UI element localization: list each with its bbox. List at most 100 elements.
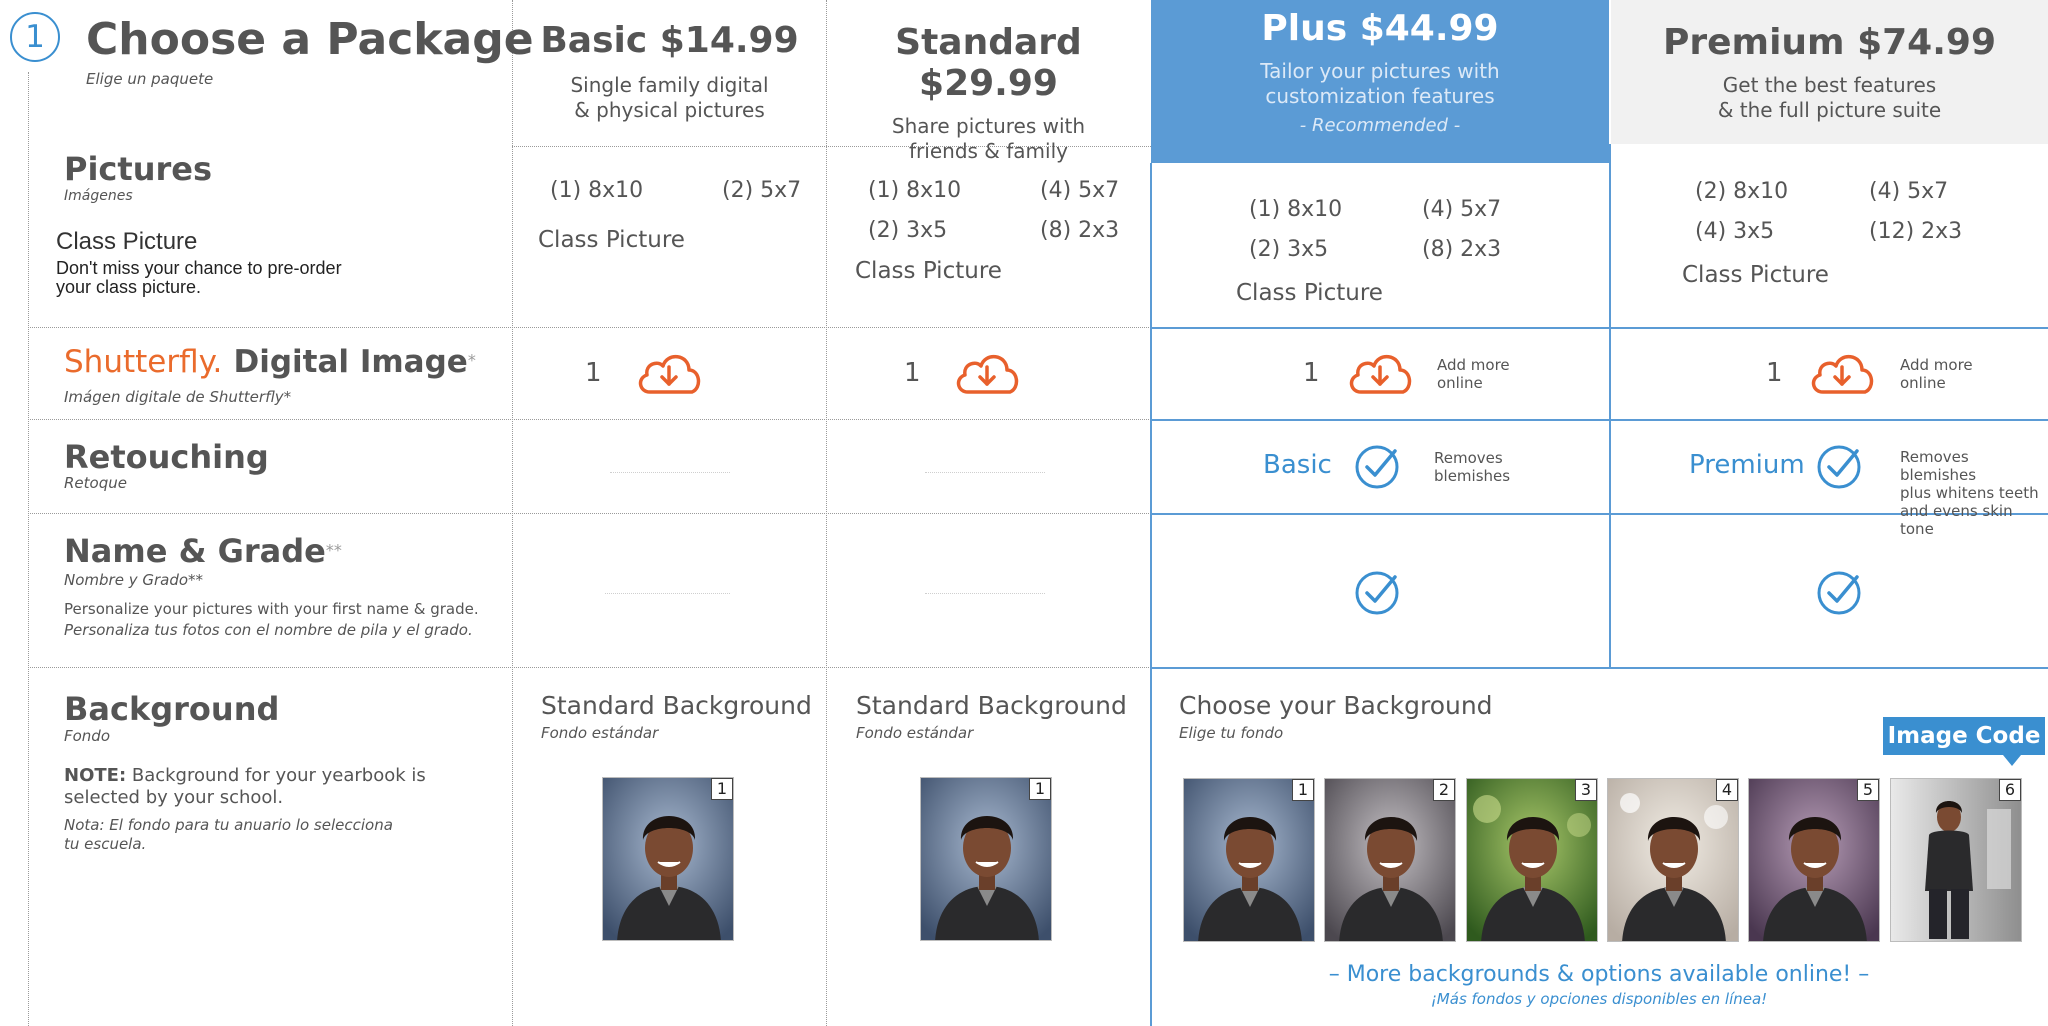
package-plus-header[interactable]: Plus $44.99 Tailor your pictures with cu…	[1151, 8, 1609, 138]
background-photo-1[interactable]: 1	[1183, 778, 1315, 942]
grid-line	[28, 419, 1151, 420]
package-title: Standard $29.99	[895, 22, 1082, 104]
choose-background-title: Choose your Background	[1179, 691, 1493, 720]
grid-line	[28, 327, 1151, 328]
item-plus: (1) 8x10	[1249, 197, 1343, 222]
cloud-download-icon	[1807, 348, 1877, 402]
package-desc: Share pictures with	[891, 114, 1086, 138]
name-grade-desc-es: Personaliza tus fotos con el nombre de p…	[64, 621, 473, 639]
background-photo-2[interactable]: 2	[1324, 778, 1456, 942]
digital-image-heading: Shutterfly. Digital Image*	[64, 344, 476, 380]
note-line: blemishes	[1434, 467, 1511, 485]
note-label: NOTE:	[64, 765, 127, 786]
cloud-download-icon	[1345, 348, 1415, 402]
package-title: Plus $44.99	[1261, 8, 1499, 49]
item-premium: (4) 3x5	[1695, 219, 1775, 244]
package-title: Basic $14.99	[540, 20, 799, 61]
standard-background-title: Standard Background	[541, 691, 812, 720]
note-line: and evens skin tone	[1900, 502, 2013, 538]
not-included-dash	[925, 593, 1045, 594]
note-line: online	[1437, 374, 1483, 392]
image-code-pointer	[2003, 755, 2021, 766]
grid-line	[28, 513, 1151, 514]
package-premium-header[interactable]: Premium $74.99 Get the best features & t…	[1611, 22, 2048, 123]
note-line: online	[1900, 374, 1946, 392]
package-standard-header[interactable]: Standard $29.99 Share pictures with frie…	[827, 22, 1150, 164]
background-photo-4[interactable]: 4	[1607, 778, 1739, 942]
package-desc: Get the best features	[1722, 73, 1937, 97]
package-desc: Single family digital	[570, 73, 769, 97]
not-included-dash	[925, 472, 1045, 473]
grid-line	[1150, 667, 2048, 669]
check-circle-icon	[1816, 568, 1866, 622]
cloud-download-icon	[952, 348, 1022, 402]
grid-line	[1150, 419, 2048, 421]
package-basic-header[interactable]: Basic $14.99 Single family digital & phy…	[513, 20, 826, 123]
retouching-level-label: Basic	[1263, 450, 1332, 480]
background-note: NOTE: Background for your yearbook is se…	[64, 765, 426, 809]
standard-background-subtitle: Fondo estándar	[541, 724, 659, 742]
note-line: selected by your school.	[64, 787, 284, 808]
more-backgrounds-link[interactable]: – More backgrounds & options available o…	[1151, 962, 2047, 987]
item-standard: (4) 5x7	[1040, 178, 1120, 203]
check-circle-icon	[1354, 568, 1404, 622]
item-plus: (8) 2x3	[1422, 237, 1502, 262]
background-photo-3[interactable]: 3	[1466, 778, 1598, 942]
add-more-online-note: Add more online	[1900, 356, 1973, 392]
not-included-dash	[610, 472, 730, 473]
page-subtitle: Elige un paquete	[86, 70, 214, 88]
footnote-mark: **	[325, 540, 342, 560]
item-premium: (4) 5x7	[1869, 179, 1949, 204]
item-standard: (1) 8x10	[868, 178, 962, 203]
note-line: Add more	[1900, 356, 1973, 374]
background-photo-1[interactable]: 1	[602, 777, 734, 941]
item-basic: (2) 5x7	[722, 178, 802, 203]
digital-image-title: Digital Image	[233, 344, 468, 380]
note-line: Add more	[1437, 356, 1510, 374]
photo-number: 4	[1716, 779, 1738, 801]
step-number-badge: 1	[10, 12, 60, 62]
class-picture-desc-line: Don't miss your chance to pre-order	[56, 258, 342, 278]
note-line: Removes blemishes	[1900, 448, 1977, 484]
grid-line	[1150, 327, 2048, 329]
photo-number: 6	[1999, 779, 2021, 801]
photo-number: 1	[1292, 779, 1314, 801]
background-photo-6[interactable]: 6	[1890, 778, 2022, 942]
package-desc: friends & family	[909, 139, 1068, 163]
note-line: Nota: El fondo para tu anuario lo selecc…	[64, 816, 393, 834]
digital-count: 1	[1766, 358, 1783, 388]
package-desc: Tailor your pictures with	[1260, 59, 1500, 83]
recommended-label: - Recommended -	[1299, 115, 1461, 136]
background-photo-5[interactable]: 5	[1748, 778, 1880, 942]
item-standard: (8) 2x3	[1040, 218, 1120, 243]
add-more-online-note: Add more online	[1437, 356, 1510, 392]
background-photo-1[interactable]: 1	[920, 777, 1052, 941]
retouching-level-label: Premium	[1689, 450, 1805, 480]
class-picture-desc: Don't miss your chance to pre-order your…	[56, 259, 342, 297]
background-note-es: Nota: El fondo para tu anuario lo selecc…	[64, 816, 393, 854]
check-circle-icon	[1354, 442, 1404, 496]
retouching-subtitle: Retoque	[64, 474, 127, 492]
pictures-title: Pictures	[64, 150, 212, 188]
not-included-dash	[605, 593, 730, 594]
photo-number: 1	[711, 778, 733, 800]
class-picture-label: Class Picture	[855, 258, 1002, 284]
more-backgrounds-subtitle: ¡Más fondos y opciones disponibles en lí…	[1430, 990, 1768, 1008]
background-title: Background	[64, 690, 280, 728]
page-title: Choose a Package	[86, 14, 534, 65]
check-circle-icon	[1816, 442, 1866, 496]
name-grade-heading: Name & Grade**	[64, 532, 342, 570]
footnote-mark: *	[467, 350, 476, 370]
image-code-badge: Image Code	[1883, 717, 2045, 755]
photo-number: 3	[1575, 779, 1597, 801]
retouching-desc: Removes blemishes plus whitens teeth and…	[1900, 448, 2048, 538]
package-title: Premium $74.99	[1663, 22, 1996, 63]
digital-count: 1	[1303, 358, 1320, 388]
photo-number: 5	[1857, 779, 1879, 801]
class-picture-label: Class Picture	[1236, 280, 1383, 306]
name-grade-desc: Personalize your pictures with your firs…	[64, 600, 479, 618]
package-desc: & physical pictures	[574, 98, 765, 122]
choose-background-subtitle: Elige tu fondo	[1179, 724, 1284, 742]
cloud-download-icon	[634, 348, 704, 402]
name-grade-title: Name & Grade	[64, 532, 326, 570]
